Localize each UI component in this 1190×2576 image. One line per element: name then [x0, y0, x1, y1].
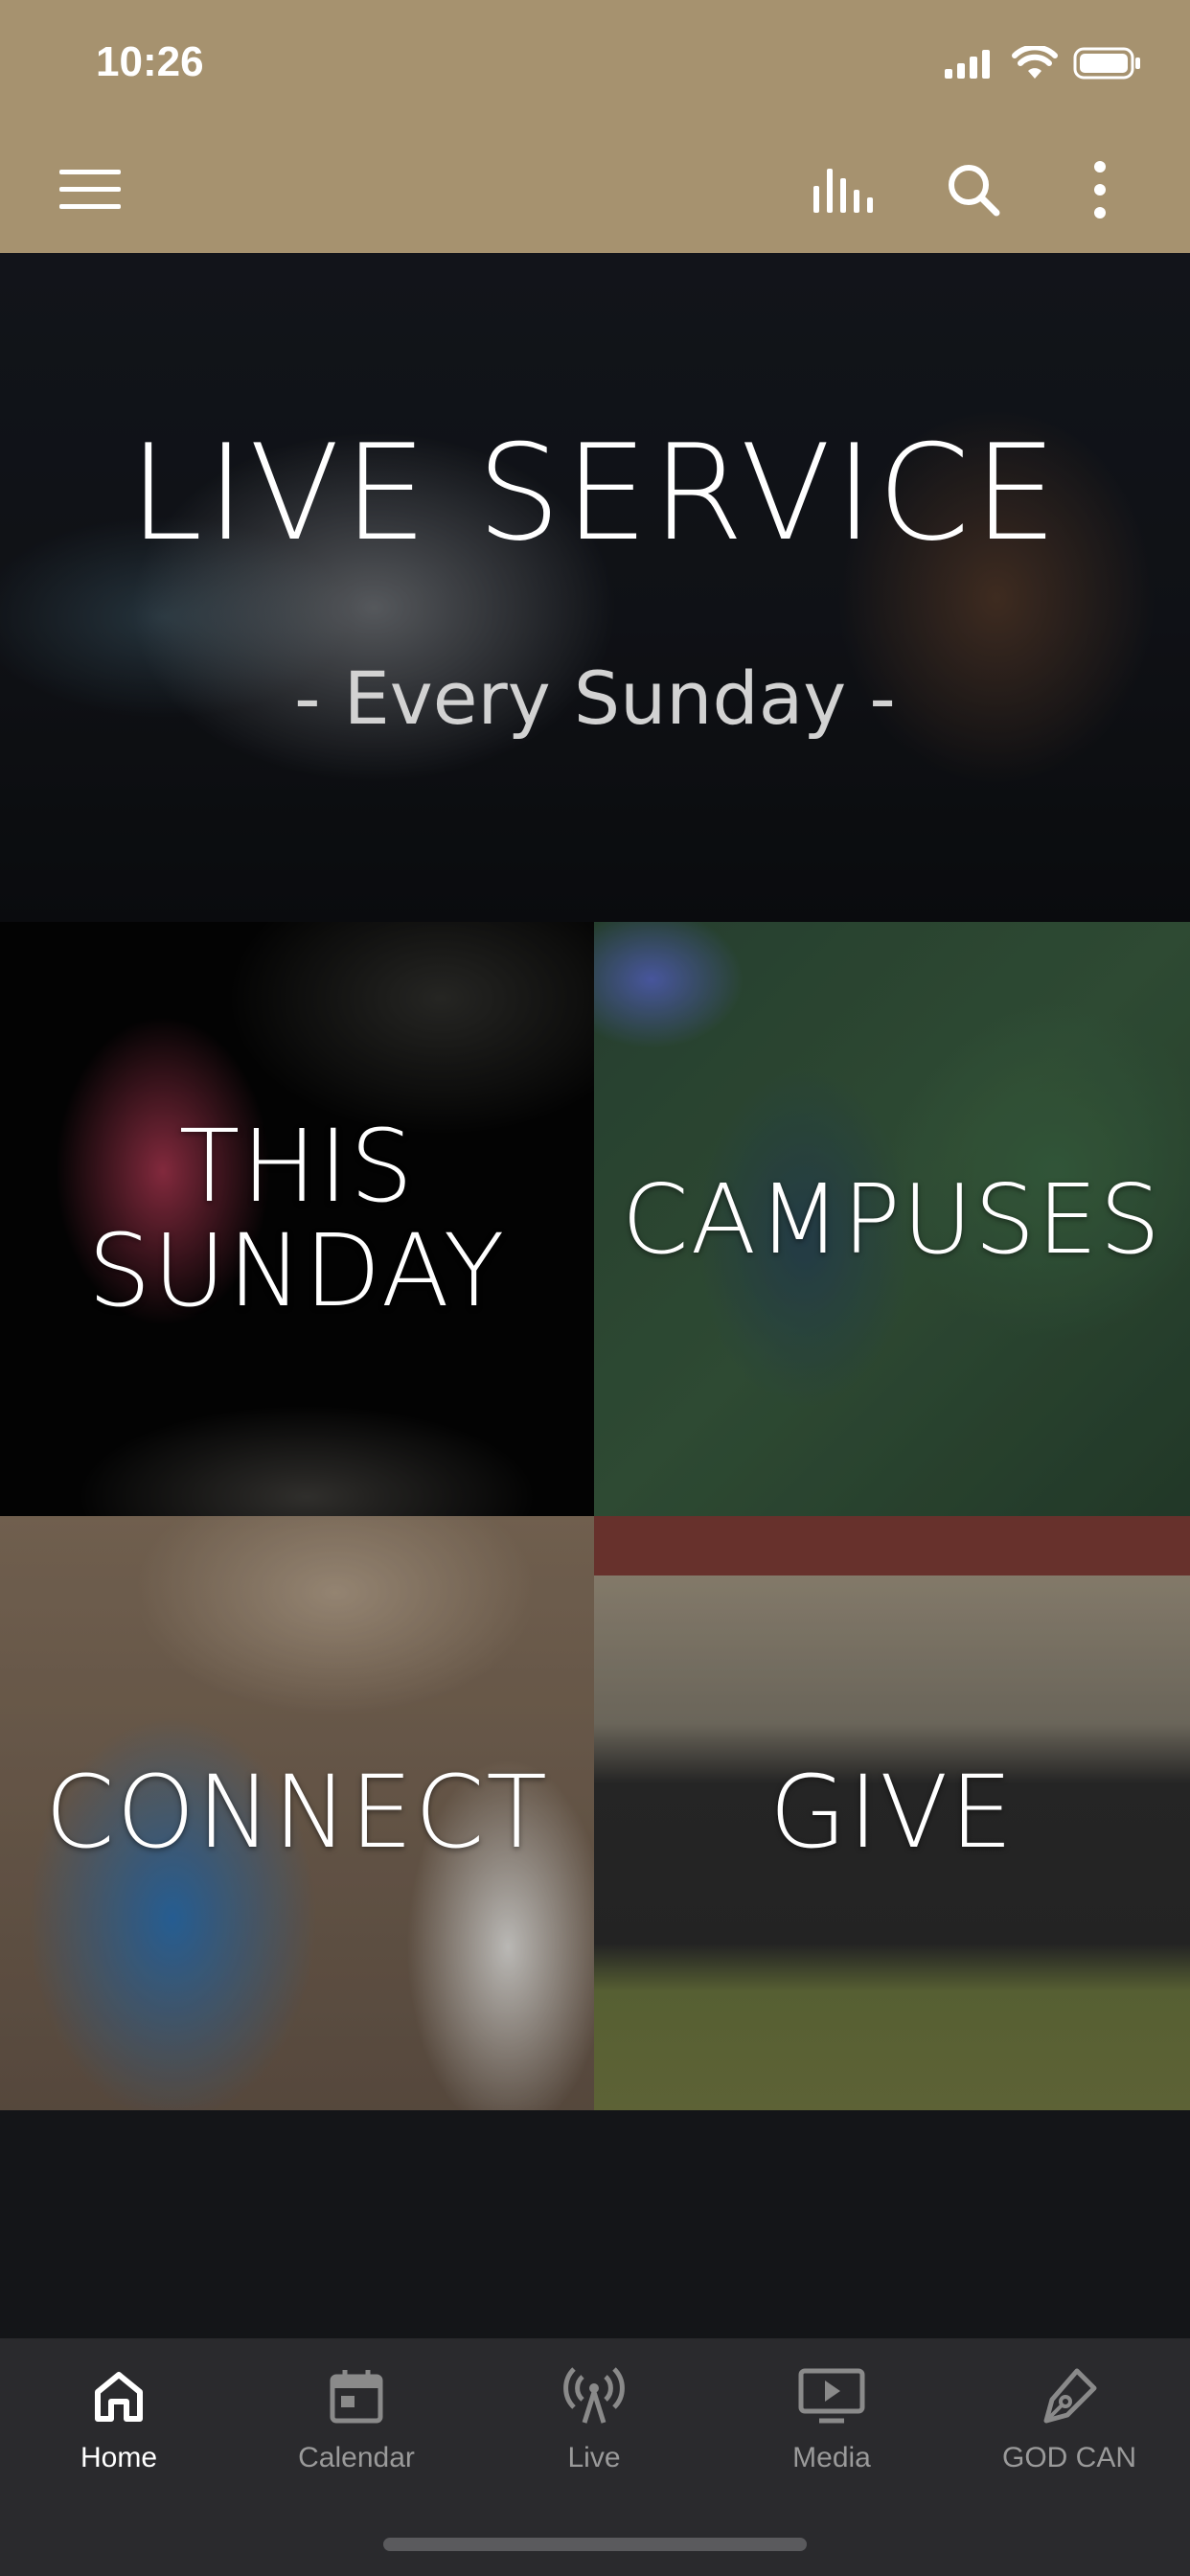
broadcast-icon	[560, 2361, 629, 2430]
live-service-tile[interactable]: LIVE SERVICE - Every Sunday -	[0, 253, 1190, 922]
menu-button[interactable]	[52, 153, 128, 230]
campuses-tile[interactable]: CAMPUSES	[594, 922, 1190, 1516]
search-icon	[945, 161, 1002, 223]
nav-home[interactable]: Home	[0, 2361, 238, 2496]
live-service-title: LIVE SERVICE	[128, 416, 1062, 570]
media-play-icon	[797, 2361, 866, 2430]
nav-media-label: Media	[792, 2442, 871, 2473]
status-icons	[943, 44, 1142, 85]
nav-media[interactable]: Media	[713, 2361, 950, 2496]
give-label: GIVE	[768, 1754, 1016, 1872]
nav-god-can-label: GOD CAN	[1001, 2442, 1136, 2473]
more-vertical-icon	[1092, 159, 1108, 225]
nav-calendar-label: Calendar	[298, 2442, 415, 2473]
live-service-subtitle: - Every Sunday -	[294, 656, 896, 741]
app-header: 10:26	[0, 0, 1190, 253]
nav-home-label: Home	[80, 2442, 158, 2473]
wifi-icon	[1012, 44, 1058, 85]
give-tile[interactable]: GIVE	[594, 1516, 1190, 2110]
pen-icon	[1035, 2361, 1104, 2430]
connect-tile[interactable]: CONNECT	[0, 1516, 594, 2110]
nav-god-can[interactable]: GOD CAN	[950, 2361, 1188, 2496]
connect-label: CONNECT	[45, 1754, 549, 1872]
hamburger-icon	[57, 168, 123, 217]
nav-live[interactable]: Live	[475, 2361, 713, 2496]
home-indicator[interactable]	[383, 2538, 807, 2551]
search-button[interactable]	[935, 153, 1012, 230]
home-icon	[84, 2361, 153, 2430]
status-time: 10:26	[96, 38, 204, 85]
audio-bars-icon	[812, 165, 881, 219]
more-options-button[interactable]	[1062, 153, 1138, 230]
nav-live-label: Live	[567, 2442, 621, 2473]
this-sunday-label: THIS SUNDAY	[87, 1107, 507, 1329]
audio-button[interactable]	[808, 153, 884, 230]
nav-calendar[interactable]: Calendar	[238, 2361, 475, 2496]
battery-icon	[1073, 46, 1142, 85]
campuses-label: CAMPUSES	[621, 1162, 1163, 1276]
cellular-signal-icon	[943, 48, 996, 83]
this-sunday-tile[interactable]: THIS SUNDAY	[0, 922, 594, 1516]
calendar-icon	[322, 2361, 391, 2430]
